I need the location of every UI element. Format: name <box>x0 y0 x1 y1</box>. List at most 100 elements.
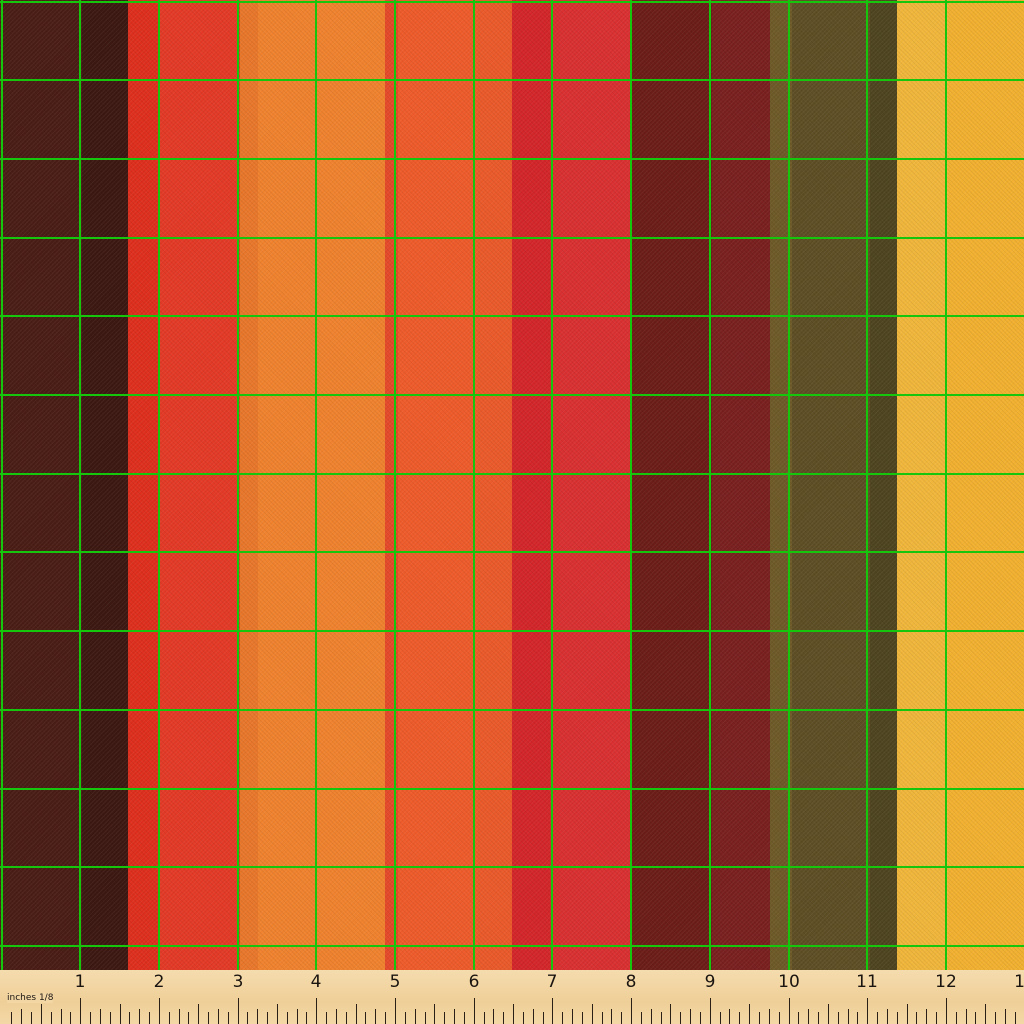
grid-line-vertical <box>866 0 868 970</box>
ruler-tick <box>729 1009 730 1024</box>
ruler-tick <box>936 1012 937 1024</box>
ruler-number: 12 <box>935 972 957 992</box>
grid-line-vertical <box>1 0 3 970</box>
ruler-tick <box>267 1012 268 1024</box>
grid-line-horizontal <box>0 630 1024 632</box>
ruler-tick <box>611 1009 612 1024</box>
ruler-tick <box>966 1009 967 1024</box>
ruler-tick <box>464 1012 465 1024</box>
ruler-tick <box>100 1009 101 1024</box>
grid-line-vertical <box>945 0 947 970</box>
grid-line-vertical <box>788 0 790 970</box>
ruler-tick <box>808 1009 809 1024</box>
ruler-tick <box>21 1009 22 1024</box>
grid-line-horizontal <box>0 158 1024 160</box>
grid-line-horizontal <box>0 237 1024 239</box>
grid-line-horizontal <box>0 551 1024 553</box>
fabric-texture <box>0 0 1024 970</box>
ruler-number: 3 <box>232 972 244 992</box>
ruler-tick <box>897 1012 898 1024</box>
ruler-tick <box>916 1012 917 1024</box>
ruler-number: 8 <box>625 972 637 992</box>
ruler-number: 9 <box>704 972 716 992</box>
ruler-tick <box>513 1004 514 1024</box>
ruler-tick <box>602 1012 603 1024</box>
grid-line-vertical <box>394 0 396 970</box>
ruler-tick <box>149 1012 150 1024</box>
ruler-tick <box>287 1012 288 1024</box>
ruler-tick <box>51 1012 52 1024</box>
ruler-tick <box>670 1004 671 1024</box>
grid-line-horizontal <box>0 79 1024 81</box>
ruler-tick <box>739 1012 740 1024</box>
ruler-tick <box>818 1012 819 1024</box>
ruler-tick <box>169 1012 170 1024</box>
ruler-tick <box>336 1009 337 1024</box>
ruler-tick <box>297 1009 298 1024</box>
ruler-tick <box>907 1004 908 1024</box>
ruler-tick <box>985 1004 986 1024</box>
ruler-tick <box>582 1012 583 1024</box>
ruler-tick <box>474 998 475 1024</box>
ruler-number: 2 <box>153 972 165 992</box>
ruler-number: 4 <box>310 972 322 992</box>
grid-line-vertical <box>158 0 160 970</box>
ruler-tick <box>139 1009 140 1024</box>
ruler-tick <box>690 1009 691 1024</box>
ruler-tick <box>326 1012 327 1024</box>
ruler-tick <box>316 998 317 1024</box>
ruler-tick <box>661 1012 662 1024</box>
ruler-tick <box>395 998 396 1024</box>
ruler-tick <box>867 998 868 1024</box>
ruler-tick <box>828 1004 829 1024</box>
ruler-tick <box>720 1012 721 1024</box>
grid-line-horizontal <box>0 709 1024 711</box>
ruler-tick <box>641 1012 642 1024</box>
grid-line-vertical <box>551 0 553 970</box>
grid-line-vertical <box>315 0 317 970</box>
ruler-tick <box>375 1009 376 1024</box>
ruler-tick <box>562 1012 563 1024</box>
ruler-tick <box>444 1012 445 1024</box>
ruler-tick <box>572 1009 573 1024</box>
ruler-tick <box>552 998 553 1024</box>
ruler-tick <box>523 1012 524 1024</box>
ruler-tick <box>41 1004 42 1024</box>
grid-line-horizontal <box>0 1 1024 3</box>
ruler-tick <box>247 1012 248 1024</box>
grid-line-horizontal <box>0 866 1024 868</box>
ruler-tick <box>346 1012 347 1024</box>
ruler-tick <box>798 1012 799 1024</box>
ruler-number: 5 <box>389 972 401 992</box>
ruler-tick <box>90 1012 91 1024</box>
grid-line-vertical <box>709 0 711 970</box>
ruler-tick <box>198 1004 199 1024</box>
ruler-tick <box>70 1012 71 1024</box>
ruler-tick <box>680 1012 681 1024</box>
grid-line-vertical <box>237 0 239 970</box>
ruler-tick <box>159 998 160 1024</box>
ruler-tick <box>749 1004 750 1024</box>
ruler-tick <box>877 1012 878 1024</box>
ruler: inches 1/8 12345678910111213 <box>0 970 1024 1024</box>
ruler-tick <box>257 1009 258 1024</box>
ruler-number: 13 <box>1014 972 1024 992</box>
ruler-tick <box>975 1012 976 1024</box>
ruler-tick <box>631 998 632 1024</box>
ruler-tick <box>956 1012 957 1024</box>
grid-line-horizontal <box>0 315 1024 317</box>
ruler-tick <box>759 1012 760 1024</box>
ruler-tick <box>218 1009 219 1024</box>
fabric-swatch <box>0 0 1024 970</box>
ruler-tick <box>80 998 81 1024</box>
ruler-tick <box>484 1012 485 1024</box>
ruler-number: 7 <box>546 972 558 992</box>
grid-line-horizontal <box>0 394 1024 396</box>
ruler-tick <box>454 1009 455 1024</box>
grid-line-vertical <box>630 0 632 970</box>
ruler-tick <box>887 1009 888 1024</box>
ruler-tick <box>789 998 790 1024</box>
ruler-tick <box>129 1012 130 1024</box>
ruler-number: 10 <box>778 972 800 992</box>
ruler-unit-label: inches 1/8 <box>7 993 54 1003</box>
